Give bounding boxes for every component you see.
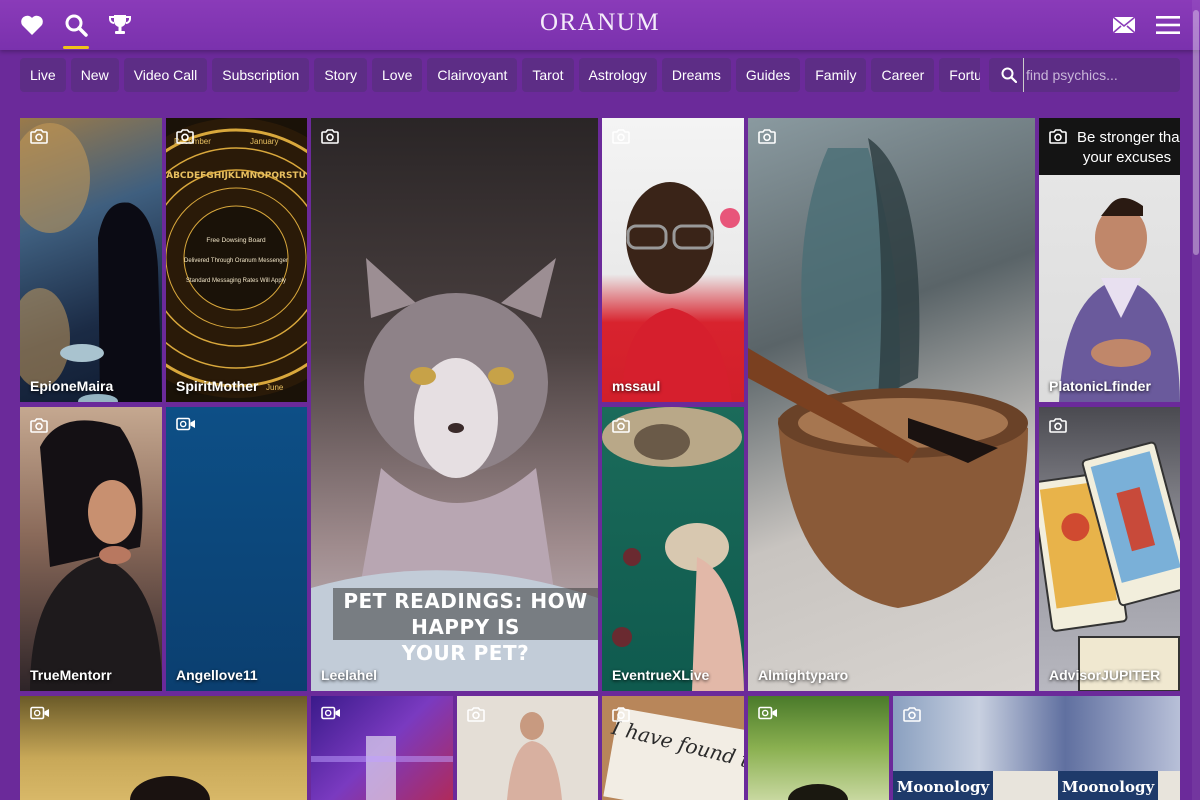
singing-bowl-photo xyxy=(748,138,1028,608)
tarot-cards-photo xyxy=(1039,441,1180,691)
filter-love[interactable]: Love xyxy=(372,58,423,92)
psychic-tile-row3-4[interactable]: I have found the On xyxy=(602,696,744,800)
psychic-name: EpioneMaira xyxy=(30,378,114,394)
filter-live[interactable]: Live xyxy=(20,58,66,92)
camera-icon xyxy=(612,128,630,144)
top-navigation-bar: ORANUM xyxy=(0,0,1200,50)
camera-icon xyxy=(612,706,630,722)
scrollbar-thumb[interactable] xyxy=(1193,10,1199,255)
psychic-tile-row3-5[interactable] xyxy=(748,696,889,800)
search-input[interactable] xyxy=(1023,58,1173,92)
filter-tarot[interactable]: Tarot xyxy=(522,58,574,92)
active-tab-indicator xyxy=(63,46,89,49)
caption-line-2: YOUR PET? xyxy=(401,641,530,665)
board-month-june: June xyxy=(266,383,284,392)
filter-video-call[interactable]: Video Call xyxy=(123,58,208,92)
board-line-3: Standard Messaging Rates Will Apply xyxy=(186,278,286,284)
psychic-tile-advisorjupiter[interactable]: AdvisorJUPITER xyxy=(1039,407,1180,691)
filter-fortune[interactable]: Fortu xyxy=(939,58,980,92)
psychic-name: SpiritMother xyxy=(176,378,259,394)
filter-subscription[interactable]: Subscription xyxy=(212,58,310,92)
psychic-tile-platoniclfinder[interactable]: Be stronger than your excuses PlatonicLf… xyxy=(1039,118,1180,402)
psychic-tile-epionemaira[interactable]: EpioneMaira xyxy=(20,118,162,402)
filter-story[interactable]: Story xyxy=(314,58,367,92)
tile-photo xyxy=(20,123,162,402)
psychic-name: Leelahel xyxy=(321,667,378,683)
psychic-tile-leelahel[interactable]: PET READINGS: HOW HAPPY IS YOUR PET? Lee… xyxy=(311,118,598,691)
camera-icon xyxy=(612,417,630,433)
psychic-tile-row3-1[interactable] xyxy=(20,696,307,800)
psychic-tile-mssaul[interactable]: mssaul xyxy=(602,118,744,402)
camera-icon xyxy=(1049,128,1067,144)
video-icon xyxy=(30,706,50,720)
tile-photo xyxy=(602,407,744,691)
camera-icon xyxy=(30,128,48,144)
camera-icon xyxy=(30,417,48,433)
psychic-search-box xyxy=(989,58,1180,92)
tile-photo xyxy=(30,420,162,691)
oracle-cards-photo: Moonology Moonology xyxy=(893,771,1180,800)
filter-clairvoyant[interactable]: Clairvoyant xyxy=(427,58,518,92)
psychic-tile-row3-3[interactable] xyxy=(457,696,598,800)
tile-photo xyxy=(622,182,740,402)
filter-family[interactable]: Family xyxy=(805,58,867,92)
psychic-tile-row3-2[interactable] xyxy=(311,696,453,800)
camera-icon xyxy=(903,706,921,722)
filter-new[interactable]: New xyxy=(70,58,119,92)
mail-icon[interactable] xyxy=(1111,12,1137,38)
filter-astrology[interactable]: Astrology xyxy=(578,58,657,92)
board-alphabet: ABCDEFGHIJKLMNOPQRSTU xyxy=(166,171,306,181)
psychic-tile-angellove11[interactable]: Angellove11 xyxy=(166,407,307,691)
card-label-left: Moonology xyxy=(897,778,991,796)
quote-line-2: your excuses xyxy=(1082,149,1172,166)
camera-icon xyxy=(467,706,485,722)
filter-career[interactable]: Career xyxy=(871,58,935,92)
card-label-right: Moonology xyxy=(1062,778,1156,796)
video-icon xyxy=(176,417,196,431)
psychic-name: Angellove11 xyxy=(176,667,258,683)
board-line-2: Delivered Through Oranum Messenger xyxy=(184,258,288,264)
camera-icon xyxy=(176,128,194,144)
psychic-name: mssaul xyxy=(612,378,661,394)
psychic-name: EventrueXLive xyxy=(612,667,710,683)
page-scrollbar[interactable] xyxy=(1192,0,1200,800)
camera-icon xyxy=(321,128,339,144)
quote-line-1: Be stronger than xyxy=(1077,129,1180,146)
quote-text: Be stronger than your excuses xyxy=(1077,128,1180,168)
caption-line-1: PET READINGS: HOW HAPPY IS xyxy=(343,589,588,639)
filter-dreams[interactable]: Dreams xyxy=(661,58,731,92)
psychic-name: PlatonicLfinder xyxy=(1049,378,1151,394)
video-icon xyxy=(758,706,778,720)
psychic-name: TrueMentorr xyxy=(30,667,112,683)
board-line-1: Free Dowsing Board xyxy=(206,237,266,244)
pet-readings-caption: PET READINGS: HOW HAPPY IS YOUR PET? xyxy=(333,588,598,665)
hamburger-menu-icon[interactable] xyxy=(1155,12,1181,38)
camera-icon xyxy=(758,128,776,144)
psychic-tile-spiritmother[interactable]: ABCDEFGHIJKLMNOPQRSTU December January J… xyxy=(166,118,307,402)
psychic-tile-eventruexlive[interactable]: EventrueXLive xyxy=(602,407,744,691)
psychic-name: Almightyparo xyxy=(758,667,849,683)
dowsing-board-image: ABCDEFGHIJKLMNOPQRSTU December January J… xyxy=(166,118,307,398)
category-filter-bar: Live New Video Call Subscription Story Love Cl… xyxy=(20,58,980,92)
psychic-name: AdvisorJUPITER xyxy=(1049,667,1161,683)
board-month-january: January xyxy=(250,137,278,146)
camera-icon xyxy=(1049,417,1067,433)
psychic-tile-almightyparo[interactable]: Almightyparo xyxy=(748,118,1035,691)
psychic-tile-row3-6[interactable]: Moonology Moonology xyxy=(893,696,1180,800)
psychic-tile-truementorr[interactable]: TrueMentorr xyxy=(20,407,162,691)
oranum-logo[interactable]: ORANUM xyxy=(0,9,1200,37)
filter-guides[interactable]: Guides xyxy=(735,58,801,92)
video-icon xyxy=(321,706,341,720)
search-icon xyxy=(1001,67,1018,88)
tile-photo xyxy=(130,776,210,800)
